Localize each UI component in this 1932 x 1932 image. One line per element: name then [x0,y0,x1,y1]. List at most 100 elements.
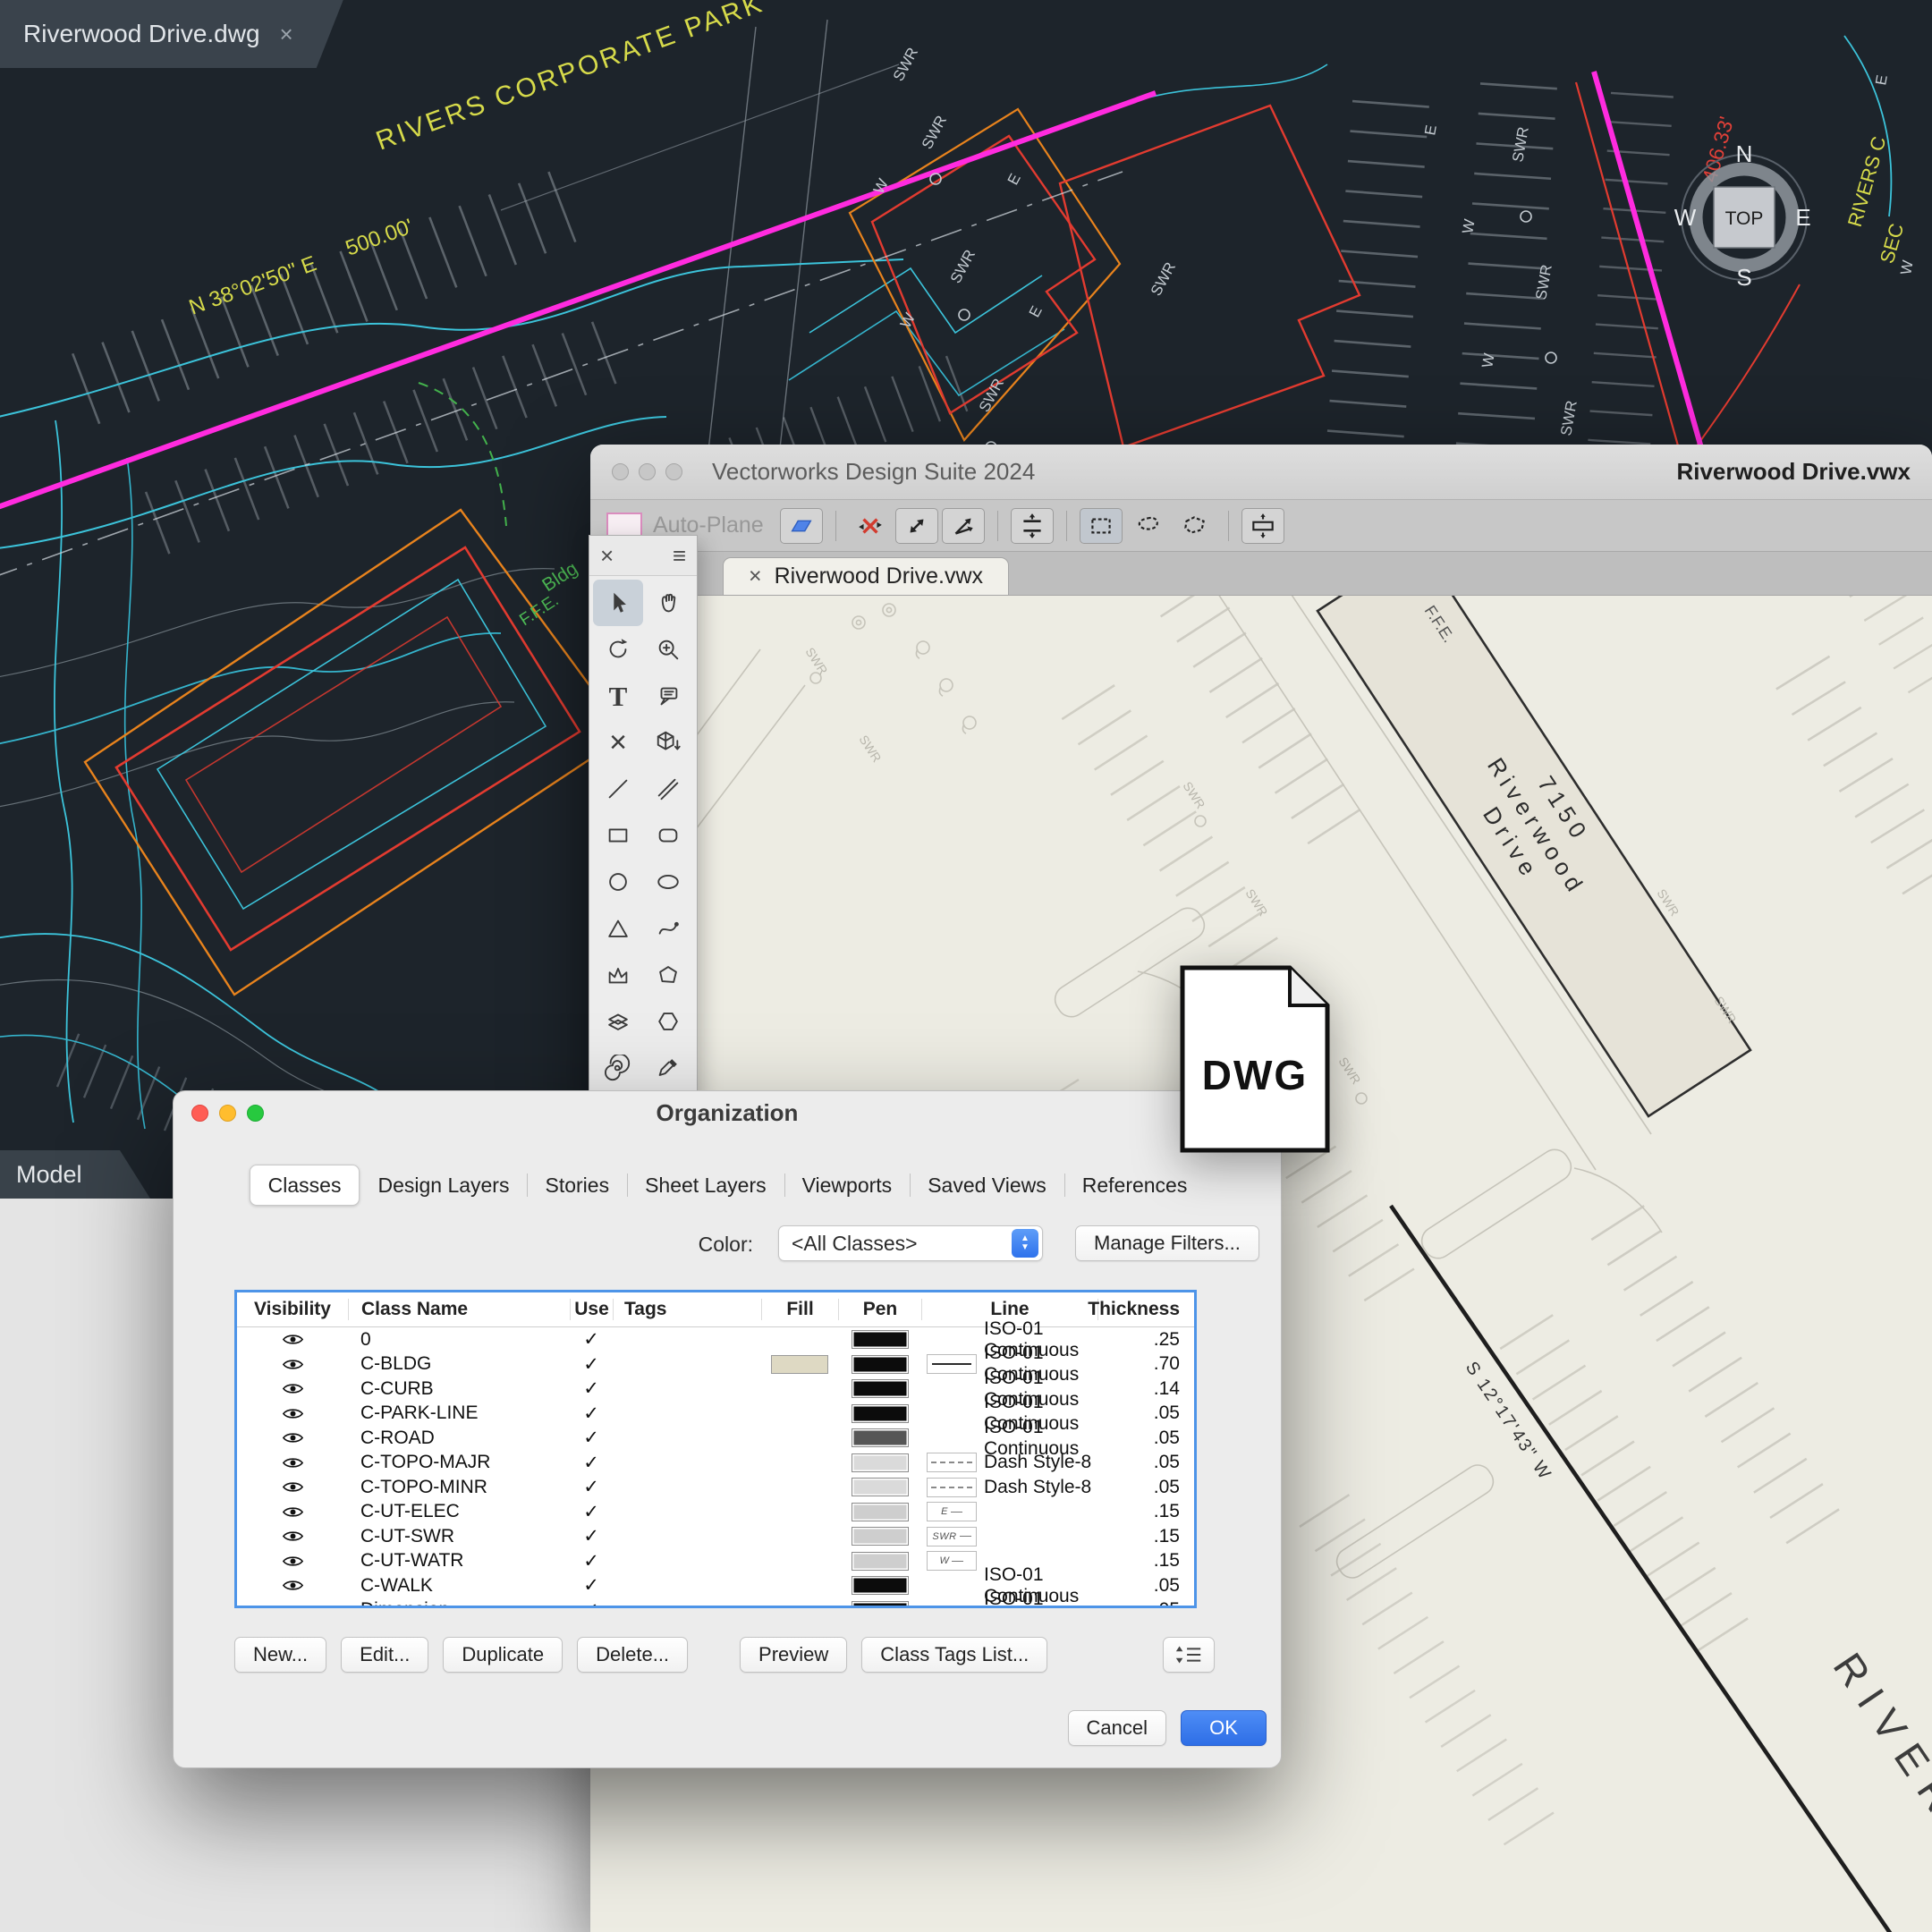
ok-button[interactable]: OK [1181,1710,1267,1746]
new-button[interactable]: New... [234,1637,326,1673]
fill-swatch[interactable] [771,1355,828,1374]
use-checkmark[interactable]: ✓ [570,1353,613,1376]
visibility-eye-icon[interactable] [283,1579,303,1592]
eyedropper-tool[interactable] [643,1045,693,1091]
pen-swatch[interactable] [852,1379,909,1398]
class-row[interactable]: C-ROAD ✓ ISO-01 Continuous .05 [237,1426,1194,1451]
zoom-tool[interactable] [643,626,693,673]
spiral-tool[interactable] [593,1045,643,1091]
vwx-tab-close-icon[interactable]: × [749,564,762,589]
lasso-selection-button[interactable] [1126,508,1169,544]
visibility-eye-icon[interactable] [283,1456,303,1470]
use-checkmark[interactable]: ✓ [570,1452,613,1474]
org-tab-classes[interactable]: Classes [250,1165,360,1206]
double-polygon-tool[interactable] [593,998,643,1045]
edit-button[interactable]: Edit... [341,1637,428,1673]
pen-swatch[interactable] [852,1453,909,1472]
line-tool[interactable] [593,766,643,812]
delete-button[interactable]: Delete... [577,1637,688,1673]
constrain-toggle-button[interactable] [849,508,892,544]
org-tab-stories[interactable]: Stories [527,1165,627,1205]
visibility-eye-icon[interactable] [283,1431,303,1445]
double-line-tool[interactable] [643,766,693,812]
use-checkmark[interactable]: ✓ [570,1377,613,1400]
palette-menu-icon[interactable]: ≡ [673,542,686,570]
pen-swatch[interactable] [852,1478,909,1496]
window-zoom-button[interactable] [665,463,682,480]
use-checkmark[interactable]: ✓ [570,1427,613,1449]
rectangle-tool[interactable] [593,812,643,859]
visibility-eye-icon[interactable] [283,1382,303,1395]
pen-swatch[interactable] [852,1355,909,1374]
text-tool[interactable]: T [593,673,643,719]
manage-filters-button[interactable]: Manage Filters... [1075,1225,1259,1261]
vectorworks-titlebar[interactable]: Vectorworks Design Suite 2024 Riverwood … [590,445,1932,500]
arc-tool[interactable] [593,905,643,952]
window-close-button[interactable] [612,463,629,480]
compass-control[interactable]: TOP N S W E [1674,140,1811,291]
use-checkmark[interactable]: ✓ [570,1550,613,1572]
palette-close-icon[interactable]: × [600,542,614,570]
window-minimize-button[interactable] [639,463,656,480]
pen-swatch[interactable] [852,1527,909,1546]
pen-swatch[interactable] [852,1404,909,1423]
use-checkmark[interactable]: ✓ [570,1599,613,1608]
marquee-selection-button[interactable] [1080,508,1123,544]
vwx-document-tab[interactable]: × Riverwood Drive.vwx [723,557,1009,595]
pen-swatch[interactable] [852,1552,909,1571]
duplicate-button[interactable]: Duplicate [443,1637,563,1673]
class-row[interactable]: C-TOPO-MINR ✓ Dash Style-8 .05 [237,1475,1194,1500]
class-row[interactable]: C-UT-ELEC ✓ E .15 [237,1500,1194,1525]
class-row[interactable]: C-TOPO-MAJR ✓ Dash Style-8 .05 [237,1451,1194,1476]
org-tab-saved-views[interactable]: Saved Views [910,1165,1064,1205]
dwg-tab-close-icon[interactable]: × [280,21,293,48]
visibility-eye-icon[interactable] [283,1407,303,1420]
class-tags-list-button[interactable]: Class Tags List... [861,1637,1047,1673]
use-checkmark[interactable]: ✓ [570,1501,613,1523]
use-checkmark[interactable]: ✓ [570,1476,613,1498]
dialog-zoom-button[interactable] [247,1105,264,1122]
freehand-tool[interactable] [643,905,693,952]
flyover-tool[interactable] [593,626,643,673]
class-table[interactable]: Visibility Class Name Use Tags Fill Pen … [234,1290,1197,1608]
pen-swatch[interactable] [852,1576,909,1595]
resize-angle-button[interactable] [942,508,985,544]
road-edge-line[interactable] [1391,1206,1898,1932]
org-tab-design-layers[interactable]: Design Layers [360,1165,527,1205]
dwg-file-icon[interactable]: DWG [1177,962,1333,1156]
class-row[interactable]: Dimension ✓ ISO-01 Continuous .05 [237,1598,1194,1609]
use-checkmark[interactable]: ✓ [570,1525,613,1547]
class-filter-popup[interactable]: <All Classes> ▲▼ [778,1225,1043,1261]
polyline-tool[interactable] [593,952,643,998]
selection-tool[interactable] [593,580,643,626]
callout-tool[interactable] [643,673,693,719]
visibility-eye-icon[interactable] [283,1530,303,1543]
visibility-eye-icon[interactable] [283,1604,303,1608]
dialog-close-button[interactable] [191,1105,208,1122]
circle-tool[interactable] [593,859,643,905]
regular-polygon-tool[interactable] [643,998,693,1045]
pen-swatch[interactable] [852,1330,909,1349]
pan-tool[interactable] [643,580,693,626]
org-tab-viewports[interactable]: Viewports [784,1165,911,1205]
visibility-eye-icon[interactable] [283,1555,303,1568]
resize-diagonal-button[interactable] [895,508,938,544]
dwg-document-tab[interactable]: Riverwood Drive.dwg × [0,0,343,68]
cancel-button[interactable]: Cancel [1068,1710,1166,1746]
planar-mode-button[interactable] [780,508,823,544]
rounded-rectangle-tool[interactable] [643,812,693,859]
use-checkmark[interactable]: ✓ [570,1574,613,1597]
pen-swatch[interactable] [852,1601,909,1608]
pen-swatch[interactable] [852,1503,909,1521]
class-filter-list-button[interactable] [1163,1637,1215,1673]
extrude-tool[interactable] [643,719,693,766]
polygon-selection-button[interactable] [1173,508,1216,544]
visibility-eye-icon[interactable] [283,1480,303,1494]
visibility-eye-icon[interactable] [283,1358,303,1371]
polygon-tool[interactable] [643,952,693,998]
oval-tool[interactable] [643,859,693,905]
dialog-minimize-button[interactable] [219,1105,236,1122]
pen-swatch[interactable] [852,1428,909,1447]
datum-offset-button[interactable] [1011,508,1054,544]
visibility-eye-icon[interactable] [283,1333,303,1346]
